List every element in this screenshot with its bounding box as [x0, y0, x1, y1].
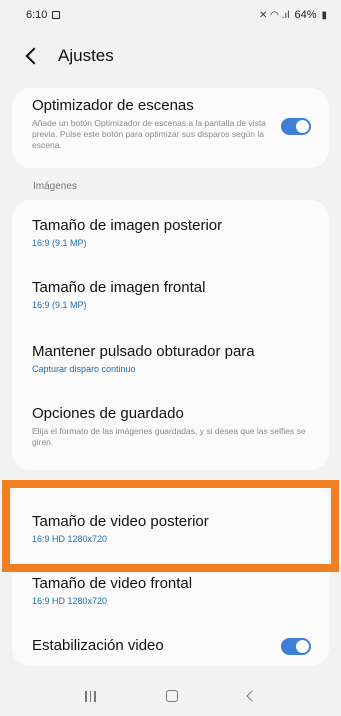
navigation-bar — [0, 676, 341, 716]
save-options-item[interactable]: Opciones de guardado Elija el formato de… — [32, 404, 315, 448]
toggle-knob — [296, 640, 309, 653]
setting-value: 16:9 (9.1 MP) — [32, 238, 87, 248]
scene-optimizer-toggle[interactable] — [281, 118, 311, 135]
page-title: Ajustes — [58, 46, 114, 65]
front-image-size-item[interactable]: Tamaño de imagen frontal 16:9 (9.1 MP) — [32, 278, 315, 312]
setting-title: Mantener pulsado obturador para — [32, 343, 255, 360]
setting-value: 16:9 HD 1280x720 — [32, 596, 108, 606]
home-icon[interactable] — [165, 690, 178, 702]
front-video-size-item[interactable]: Tamaño de video frontal 16:9 HD 1280x720 — [32, 574, 315, 608]
status-time: 6:10 — [26, 9, 48, 21]
setting-value: 16:9 (9.1 MP) — [32, 300, 87, 310]
status-left: 6:10 — [26, 9, 61, 21]
setting-description: Añade un botón Optimizador de escenas a … — [32, 118, 266, 150]
scene-optimizer-item[interactable]: Optimizador de escenas Añade un botón Op… — [32, 96, 269, 151]
nav-back-icon[interactable] — [246, 690, 258, 702]
setting-value: 16:9 HD 1280x720 — [32, 534, 108, 544]
setting-title: Tamaño de imagen frontal — [32, 279, 206, 296]
section-label-images: Imágenes — [33, 181, 77, 192]
video-stabilization-toggle[interactable] — [281, 638, 311, 655]
toggle-knob — [296, 120, 309, 133]
setting-title: Tamaño de video posterior — [32, 513, 209, 530]
header: Ajustes — [0, 38, 341, 74]
setting-title: Tamaño de video frontal — [32, 575, 193, 592]
setting-title: Estabilización video — [32, 637, 164, 654]
setting-title: Optimizador de escenas — [32, 97, 194, 114]
settings-screen: 6:10 ✕ ◠ .ıl 64% ▮ Ajustes Optimizador d… — [0, 0, 341, 716]
video-card: Tamaño de video posterior 16:9 HD 1280x7… — [12, 480, 329, 666]
rear-image-size-item[interactable]: Tamaño de imagen posterior 16:9 (9.1 MP) — [32, 216, 315, 250]
recents-icon[interactable] — [85, 690, 96, 702]
battery-icon: ▮ — [321, 9, 327, 21]
status-right: ✕ ◠ .ıl 64% ▮ — [259, 9, 327, 21]
setting-title: Tamaño de imagen posterior — [32, 217, 223, 234]
setting-description: Elija el formato de las imágenes guardad… — [32, 426, 306, 447]
setting-title: Opciones de guardado — [32, 405, 184, 422]
video-stabilization-item[interactable]: Estabilización video — [32, 636, 269, 655]
setting-value: Capturar disparo continuo — [32, 364, 136, 374]
rear-video-size-item[interactable]: Tamaño de video posterior 16:9 HD 1280x7… — [32, 512, 315, 546]
signal-icons: ✕ ◠ .ıl — [259, 9, 290, 21]
hold-shutter-item[interactable]: Mantener pulsado obturador para Capturar… — [32, 342, 315, 376]
back-chevron-icon[interactable] — [25, 47, 43, 65]
scene-optimizer-card: Optimizador de escenas Añade un botón Op… — [12, 88, 329, 168]
status-bar: 6:10 ✕ ◠ .ıl 64% ▮ — [0, 0, 341, 30]
images-card: Tamaño de imagen posterior 16:9 (9.1 MP)… — [12, 200, 329, 470]
battery-level: 64% — [294, 9, 317, 21]
notification-icon — [52, 11, 61, 19]
